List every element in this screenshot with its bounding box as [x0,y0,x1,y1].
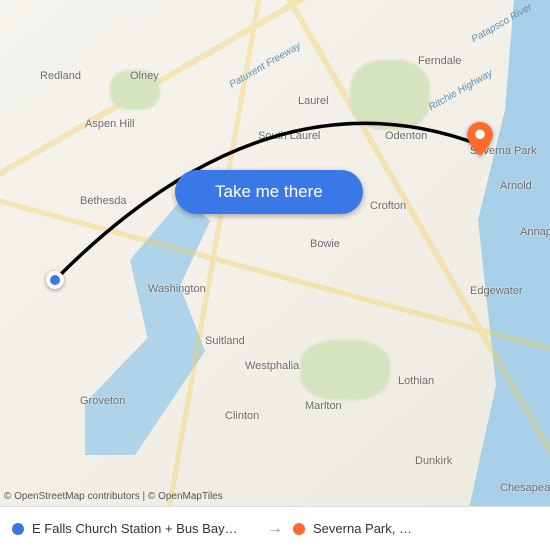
destination-chip[interactable]: Severna Park, … [293,521,538,536]
take-me-there-button[interactable]: Take me there [175,170,363,214]
arrow-right-icon: → [267,520,283,538]
park-area [110,70,160,110]
destination-label: Severna Park, … [313,521,412,536]
origin-chip[interactable]: E Falls Church Station + Bus Bay… [12,521,257,536]
destination-dot-icon [293,523,305,535]
park-area [350,60,430,130]
destination-marker-icon[interactable] [467,122,493,148]
route-summary-bar: E Falls Church Station + Bus Bay… → Seve… [0,506,550,550]
origin-marker-icon[interactable] [46,271,64,289]
park-area [300,340,390,400]
origin-label: E Falls Church Station + Bus Bay… [32,521,238,536]
origin-dot-icon [12,523,24,535]
map-canvas[interactable]: RedlandOlneyAspen HillBethesdaWashington… [0,0,550,550]
road-network [0,0,550,550]
